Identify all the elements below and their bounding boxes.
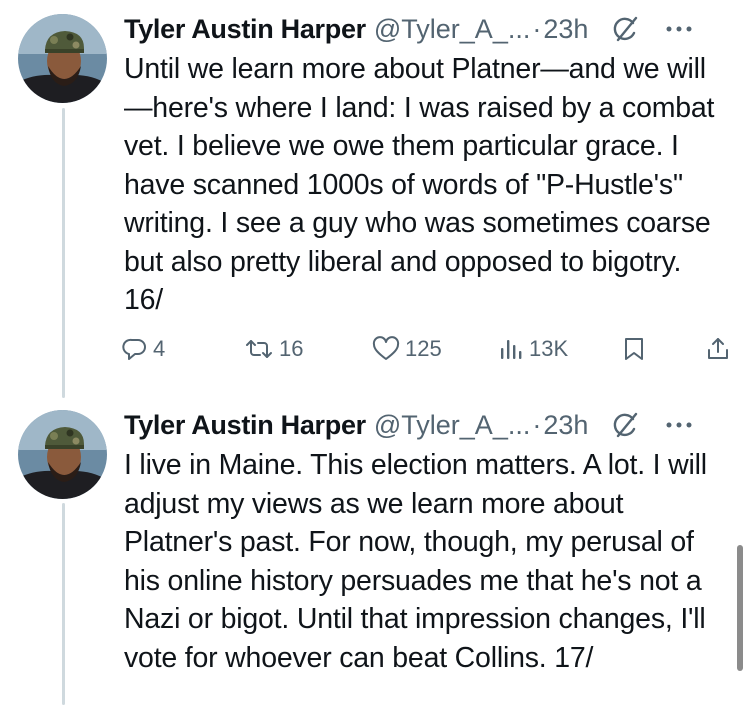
- grok-icon[interactable]: [610, 14, 640, 44]
- repost-count: 16: [279, 336, 304, 361]
- author-name[interactable]: Tyler Austin Harper: [124, 406, 366, 444]
- author-name[interactable]: Tyler Austin Harper: [124, 10, 366, 48]
- share-icon: [708, 338, 728, 359]
- author-handle[interactable]: @Tyler_A_...: [374, 10, 530, 48]
- bookmark-icon: [625, 338, 643, 360]
- tweet-header: Tyler Austin Harper @Tyler_A_... · 23h: [124, 10, 744, 48]
- tweet-header: Tyler Austin Harper @Tyler_A_... · 23h: [124, 406, 744, 444]
- reply-icon: [122, 338, 146, 360]
- share-button[interactable]: [706, 332, 735, 366]
- repost-button[interactable]: 16: [244, 332, 303, 366]
- like-count: 125: [405, 336, 442, 361]
- views-button[interactable]: 13K: [498, 332, 568, 366]
- timestamp[interactable]: 23h: [543, 10, 588, 48]
- timestamp[interactable]: 23h: [543, 406, 588, 444]
- tweet-17[interactable]: Tyler Austin Harper @Tyler_A_... · 23h I…: [0, 396, 750, 705]
- scrollbar[interactable]: [737, 545, 743, 671]
- avatar[interactable]: [18, 14, 107, 103]
- grok-icon[interactable]: [610, 410, 640, 440]
- tweet-actions: 4 16 125 13K: [122, 332, 742, 366]
- more-icon[interactable]: [666, 421, 692, 429]
- author-handle[interactable]: @Tyler_A_...: [374, 406, 530, 444]
- like-button[interactable]: 125: [372, 332, 442, 366]
- views-count: 13K: [529, 336, 569, 361]
- tweet-text: Until we learn more about Platner—and we…: [124, 53, 715, 316]
- views-icon: [501, 340, 522, 359]
- avatar[interactable]: [18, 410, 107, 499]
- separator-dot: ·: [532, 410, 542, 440]
- tweet-text: I live in Maine. This election matters. …: [124, 449, 707, 674]
- reply-button[interactable]: 4: [122, 332, 165, 366]
- reply-count: 4: [153, 336, 166, 361]
- separator-dot: ·: [532, 14, 542, 44]
- bookmark-button[interactable]: [622, 332, 651, 366]
- more-icon[interactable]: [666, 25, 692, 33]
- repost-icon: [246, 340, 272, 358]
- tweet-16[interactable]: Tyler Austin Harper @Tyler_A_... · 23h U…: [0, 0, 750, 400]
- heart-icon: [372, 336, 400, 360]
